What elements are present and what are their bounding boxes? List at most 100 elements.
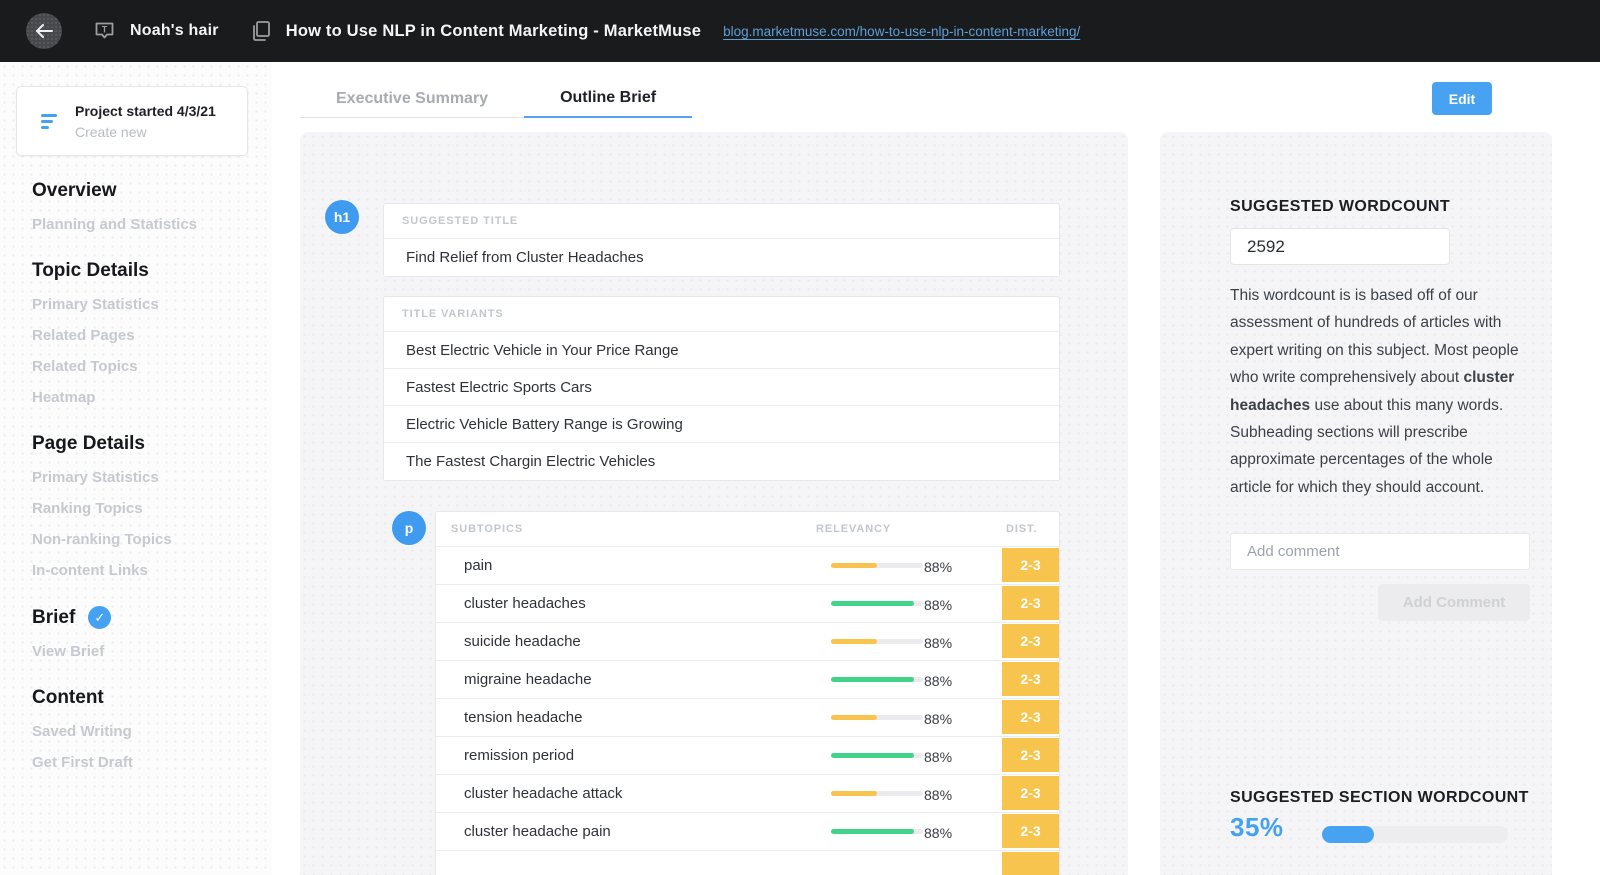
subtopic-name: cluster headache pain [464,823,611,840]
add-comment-input[interactable] [1230,533,1530,570]
tab-outline-brief[interactable]: Outline Brief [524,80,693,118]
relevancy-value: 88% [924,711,953,727]
sidebar-item-related-pages[interactable]: Related Pages [32,327,252,344]
subtopic-name: migraine headache [464,671,592,688]
sidebar-item-in-content-links[interactable]: In-content Links [32,562,252,579]
relevancy-bar-fill [831,563,877,568]
relevancy-bar-fill [831,715,877,720]
add-comment-button[interactable]: Add Comment [1378,584,1530,621]
svg-text:T: T [102,24,108,34]
relevancy-bar-fill [831,829,914,834]
relevancy-value: 88% [924,559,953,575]
dist-badge[interactable]: 2-3 [1002,586,1059,620]
relevancy-bar-fill [831,677,914,682]
nav-section-heading-label: Overview [32,180,117,201]
create-new-link[interactable]: Create new [75,124,216,140]
wordcount-panel: SUGGESTED WORDCOUNT This wordcount is is… [1160,132,1552,875]
subtopic-row[interactable]: remission period 88% 2-3 [436,737,1059,775]
page-title: How to Use NLP in Content Marketing - Ma… [285,21,702,40]
col-relevancy: RELEVANCY [816,523,892,535]
title-variants-list: Best Electric Vehicle in Your Price Rang… [384,332,1059,480]
relevancy-bar-fill [831,601,914,606]
subtopics-rows: pain 88% 2-3 cluster headaches 88% 2-3 suicide… [436,547,1059,875]
dist-badge[interactable]: 2-3 [1002,624,1059,658]
project-list-icon [41,113,59,129]
subtopics-table: SUBTOPICS RELEVANCY DIST. pain 88% 2-3 clus… [435,511,1060,875]
nav-section-heading: Overview [32,180,252,202]
sidebar-item-primary-statistics[interactable]: Primary Statistics [32,469,252,486]
nav-section-heading: Page Details [32,433,252,455]
relevancy-value: 88% [924,787,953,803]
subtopic-row[interactable]: cluster headache pain 88% 2-3 [436,813,1059,851]
title-variant-row[interactable]: The Fastest Chargin Electric Vehicles [384,443,1059,480]
sidebar-item-view-brief[interactable]: View Brief [32,643,252,660]
subtopic-name: remission period [464,747,575,764]
project-selector[interactable]: Project started 4/3/21 Create new [16,86,248,156]
title-variant-row[interactable]: Electric Vehicle Battery Range is Growin… [384,406,1059,443]
back-button[interactable] [26,13,62,49]
relevancy-bar-fill [831,791,877,796]
subtopic-name: cluster headache attack [464,785,623,802]
suggested-wordcount-heading: SUGGESTED WORDCOUNT [1230,198,1451,215]
subtopic-row[interactable]: cluster headache attack 88% 2-3 [436,775,1059,813]
subtopic-row[interactable] [436,851,1059,875]
section-wordcount-progressbar [1322,826,1508,843]
nav-section-heading-label: Topic Details [32,260,149,281]
dist-badge[interactable]: 2-3 [1002,548,1059,582]
wordcount-input[interactable] [1230,228,1450,265]
project-tag-icon: T [95,22,114,38]
col-subtopics: SUBTOPICS [451,523,524,535]
dist-badge[interactable]: 2-3 [1002,738,1059,772]
subtopic-row[interactable]: pain 88% 2-3 [436,547,1059,585]
nav-section-heading-label: Content [32,687,104,708]
col-dist: DIST. [1006,523,1038,535]
sidebar-item-primary-statistics[interactable]: Primary Statistics [32,296,252,313]
page-url-link[interactable]: blog.marketmuse.com/how-to-use-nlp-in-co… [723,24,1080,39]
sidebar-item-planning-and-statistics[interactable]: Planning and Statistics [32,216,252,233]
relevancy-value: 88% [924,673,953,689]
relevancy-bar [831,753,923,758]
sidebar-item-get-first-draft[interactable]: Get First Draft [32,754,252,771]
subtopic-row[interactable]: suicide headache 88% 2-3 [436,623,1059,661]
dist-badge[interactable]: 2-3 [1002,700,1059,734]
subtopic-name: tension headache [464,709,583,726]
relevancy-bar [831,829,923,834]
title-variant-row[interactable]: Fastest Electric Sports Cars [384,369,1059,406]
relevancy-bar [831,639,923,644]
dist-badge[interactable] [1002,852,1059,875]
sidebar-item-non-ranking-topics[interactable]: Non-ranking Topics [32,531,252,548]
section-wordcount-heading: SUGGESTED SECTION WORDCOUNT [1230,789,1529,806]
relevancy-value: 88% [924,597,953,613]
suggested-title-label: SUGGESTED TITLE [384,204,1059,239]
relevancy-bar-fill [831,639,877,644]
nav-section-heading: Brief ✓ [32,606,252,629]
subtopic-row[interactable]: tension headache 88% 2-3 [436,699,1059,737]
dist-badge[interactable]: 2-3 [1002,814,1059,848]
tab-executive-summary[interactable]: Executive Summary [300,80,525,118]
sidebar: Project started 4/3/21 Create new Overvi… [0,62,272,875]
project-name[interactable]: Noah's hair [130,22,219,40]
subtopic-name: cluster headaches [464,595,586,612]
edit-button[interactable]: Edit [1432,82,1492,115]
relevancy-value: 88% [924,825,953,841]
wordcount-description: This wordcount is is based off of our as… [1230,287,1519,496]
relevancy-value: 88% [924,749,953,765]
sidebar-item-related-topics[interactable]: Related Topics [32,358,252,375]
relevancy-bar [831,601,923,606]
subtopic-row[interactable]: migraine headache 88% 2-3 [436,661,1059,699]
suggested-title-value[interactable]: Find Relief from Cluster Headaches [384,239,1059,276]
outline-brief-panel: h1 SUGGESTED TITLE Find Relief from Clus… [300,132,1128,875]
sidebar-item-ranking-topics[interactable]: Ranking Topics [32,500,252,517]
sidebar-item-saved-writing[interactable]: Saved Writing [32,723,252,740]
h1-badge: h1 [325,200,359,234]
subtopic-row[interactable]: cluster headaches 88% 2-3 [436,585,1059,623]
relevancy-bar-fill [831,753,914,758]
nav-section-heading-label: Brief [32,606,76,628]
relevancy-value: 88% [924,635,953,651]
subtopic-name: suicide headache [464,633,581,650]
sidebar-item-heatmap[interactable]: Heatmap [32,389,252,406]
p-badge: p [392,511,426,545]
dist-badge[interactable]: 2-3 [1002,776,1059,810]
title-variant-row[interactable]: Best Electric Vehicle in Your Price Rang… [384,332,1059,369]
dist-badge[interactable]: 2-3 [1002,662,1059,696]
